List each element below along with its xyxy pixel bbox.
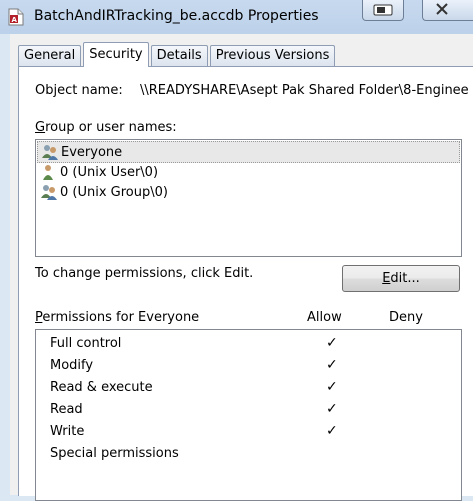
allow-check-icon: ✓	[326, 423, 338, 439]
permission-row-modify: Modify ✓	[50, 355, 470, 377]
permissions-list[interactable]: Full control ✓ Modify ✓ Read & execute ✓…	[35, 329, 462, 501]
user-name: Everyone	[61, 144, 123, 160]
window-title: BatchAndIRTracking_be.accdb Properties	[34, 8, 319, 24]
object-name-value: \\READYSHARE\Asept Pak Shared Folder\8-E…	[140, 83, 469, 98]
allow-check-icon: ✓	[326, 335, 338, 351]
permission-row-read-execute: Read & execute ✓	[50, 377, 470, 399]
close-button[interactable]	[422, 0, 473, 21]
tab-strip: General Security Details Previous Versio…	[18, 42, 337, 67]
list-item-everyone[interactable]: Everyone	[37, 141, 460, 163]
permission-row-full-control: Full control ✓	[50, 333, 470, 355]
deny-column-header: Deny	[389, 310, 423, 325]
allow-check-icon: ✓	[326, 379, 338, 395]
permissions-label-rest: ermissions for Everyone	[42, 310, 200, 325]
group-access-key: G	[35, 120, 46, 135]
tab-security[interactable]: Security	[83, 42, 149, 67]
tab-general[interactable]: General	[18, 45, 82, 66]
group-users-icon	[41, 185, 57, 200]
list-item-unix-group[interactable]: 0 (Unix Group\0)	[40, 182, 168, 202]
allow-check-icon: ✓	[326, 357, 338, 373]
permission-row-special: Special permissions	[50, 443, 470, 465]
window-context-button[interactable]	[362, 0, 404, 21]
permission-name: Special permissions	[50, 446, 179, 461]
svg-text:A: A	[12, 16, 18, 24]
title-bar: A BatchAndIRTracking_be.accdb Properties	[0, 0, 473, 34]
permission-name: Read	[50, 402, 83, 417]
list-item-unix-user[interactable]: 0 (Unix User\0)	[40, 162, 158, 182]
allow-check-icon: ✓	[326, 401, 338, 417]
permission-name: Read & execute	[50, 380, 153, 395]
object-name-label: Object name:	[35, 83, 123, 98]
group-or-user-names-label: Group or user names:	[35, 120, 177, 135]
permission-name: Full control	[50, 336, 122, 351]
permission-row-read: Read ✓	[50, 399, 470, 421]
allow-column-header: Allow	[307, 310, 342, 325]
user-name: 0 (Unix User\0)	[60, 164, 159, 180]
permission-row-write: Write ✓	[50, 421, 470, 443]
edit-label-rest: dit...	[390, 271, 420, 286]
user-name: 0 (Unix Group\0)	[60, 184, 168, 200]
access-database-file-icon: A	[8, 8, 24, 26]
security-tab-panel: Object name: \\READYSHARE\Asept Pak Shar…	[18, 66, 473, 501]
edit-button[interactable]: Edit...	[342, 265, 460, 292]
group-user-listbox[interactable]: Everyone 0 (Unix User\0) 0 (Unix Group\0…	[35, 139, 462, 257]
permission-name: Write	[50, 424, 85, 439]
group-label-rest: roup or user names:	[45, 120, 177, 135]
dialog-client-area: General Security Details Previous Versio…	[10, 34, 473, 501]
window-toggle-icon	[373, 4, 393, 16]
single-user-icon	[43, 165, 53, 180]
permissions-for-label: Permissions for Everyone	[35, 310, 199, 325]
group-users-icon	[42, 145, 58, 160]
change-permissions-text: To change permissions, click Edit.	[35, 266, 254, 281]
permission-name: Modify	[50, 358, 94, 373]
tab-previous-versions[interactable]: Previous Versions	[209, 45, 336, 66]
close-icon	[436, 3, 448, 15]
tab-details[interactable]: Details	[150, 45, 208, 66]
